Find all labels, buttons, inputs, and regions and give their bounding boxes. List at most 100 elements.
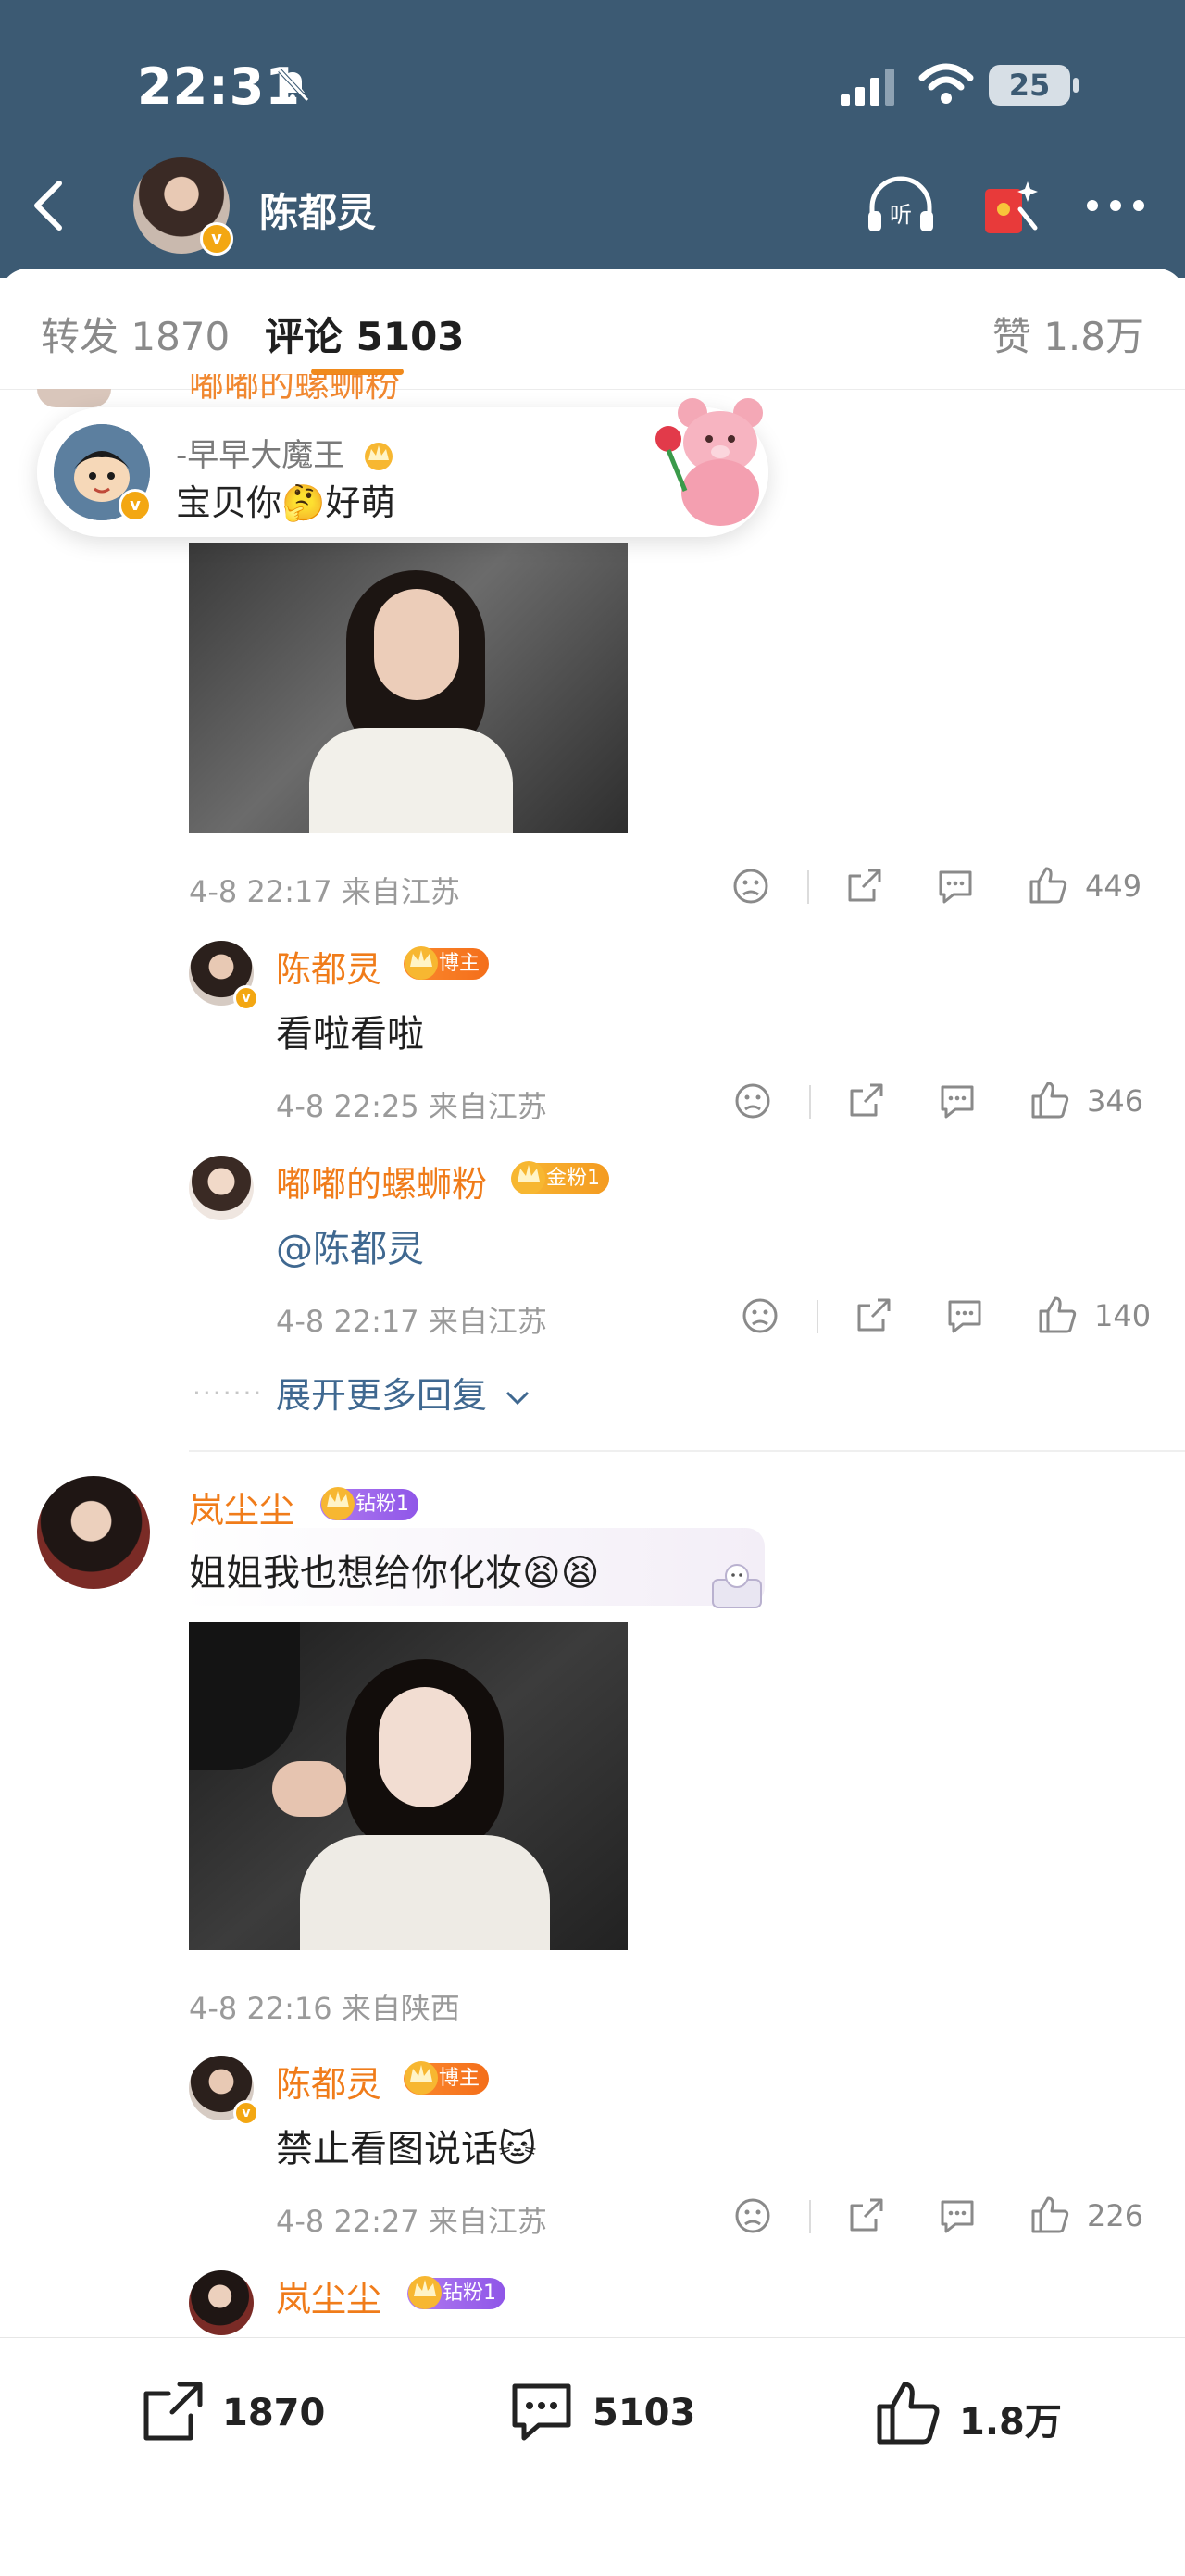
reply-meta: 4-8 22:25 来自江苏 (276, 1089, 547, 1124)
comment-image[interactable] (189, 543, 628, 833)
like-thumb-icon[interactable] (1037, 1294, 1078, 1335)
comment-text: 姐姐我也想给你化妆😫😫 (189, 1552, 600, 1594)
crown-icon (405, 2061, 438, 2095)
teddy-bear-rose-icon (655, 398, 763, 526)
share-icon[interactable] (844, 867, 883, 906)
blogger-badge: 博主 (404, 946, 490, 980)
author-name[interactable]: 陈都灵 (259, 181, 376, 238)
like-thumb-icon[interactable] (1029, 1080, 1070, 1120)
reply-text: 看啦看啦 (276, 1013, 424, 1056)
reply-meta: 4-8 22:27 来自江苏 (276, 2204, 547, 2239)
reply-avatar[interactable] (189, 1156, 254, 1220)
verified-icon: v (233, 985, 259, 1011)
divider (807, 870, 809, 904)
reply-bubble-icon[interactable] (937, 1082, 978, 1120)
crown-icon (365, 443, 393, 470)
verified-icon: v (233, 2100, 259, 2126)
reply-mention[interactable]: @陈都灵 (276, 1219, 424, 1272)
reply-username[interactable]: 陈都灵 (276, 941, 381, 992)
like-count: 140 (1094, 1298, 1152, 1333)
expand-dots: ······· (193, 1378, 264, 1408)
red-packet-sparkle-icon[interactable] (979, 176, 1042, 237)
photo-blouse (300, 1835, 550, 1950)
photo-face (374, 589, 459, 700)
reply-username[interactable]: 岚尘尘 (276, 2270, 381, 2321)
photo-artist (189, 1622, 300, 1770)
bottom-action-bar: 1870 5103 1.8万 (0, 2337, 1185, 2576)
tab-likes[interactable]: 赞 1.8万 (992, 306, 1144, 362)
dislike-face-icon[interactable] (731, 867, 770, 906)
reply-avatar[interactable] (189, 2270, 254, 2335)
like-icon[interactable] (874, 2379, 942, 2447)
battery-indicator: 25 (989, 65, 1079, 106)
comment-separator (189, 1450, 1185, 1452)
partial-username[interactable]: 嘟嘟的螺蛳粉 (189, 374, 400, 406)
badge-label: 金粉1 (546, 1167, 600, 1190)
like-count: 449 (1085, 869, 1142, 904)
tab-bar: 转发 1870 评论 5103 赞 1.8万 (0, 269, 1185, 390)
comment-count[interactable]: 5103 (592, 2392, 695, 2434)
comment-icon[interactable] (507, 2379, 576, 2445)
reply-username[interactable]: 嘟嘟的螺蛳粉 (276, 1156, 487, 1207)
dislike-face-icon[interactable] (741, 1296, 780, 1335)
back-arrow-icon[interactable] (28, 178, 69, 233)
floating-gift-bubble[interactable]: v -早早大魔王 宝贝你🤔好萌 (37, 398, 768, 537)
share-icon[interactable] (854, 1296, 892, 1335)
bubble-text: 宝贝你🤔好萌 (176, 482, 396, 523)
reply-bubble-icon[interactable] (937, 2196, 978, 2235)
commenter-avatar[interactable] (37, 1476, 150, 1589)
chevron-down-icon (506, 1391, 530, 1406)
crown-icon (408, 2276, 442, 2309)
crown-icon (512, 1161, 545, 1194)
share-icon[interactable] (846, 1082, 885, 1120)
crown-icon (321, 1487, 355, 1520)
listen-headphones-icon[interactable]: 听 (865, 176, 937, 235)
dislike-face-icon[interactable] (733, 2196, 772, 2235)
share-icon[interactable] (846, 2196, 885, 2235)
fan-badge: 金粉1 (511, 1161, 609, 1194)
tab-repost[interactable]: 转发 1870 (41, 306, 230, 362)
expand-replies-link[interactable]: 展开更多回复 (276, 1367, 531, 1418)
photo-face (379, 1687, 471, 1807)
expand-replies-label: 展开更多回复 (276, 1375, 488, 1416)
fan-badge: 钻粉1 (407, 2276, 505, 2309)
bubble-username-text: -早早大魔王 (176, 437, 345, 474)
svg-text:听: 听 (890, 202, 912, 228)
commenter-username[interactable]: 岚尘尘 (189, 1482, 294, 1532)
verified-icon: v (200, 222, 233, 256)
author-avatar[interactable]: v (133, 157, 233, 256)
cellular-signal-icon (841, 69, 894, 106)
like-count: 346 (1087, 1083, 1144, 1119)
like-count: 226 (1087, 2198, 1144, 2233)
tab-comments[interactable]: 评论 5103 (265, 306, 465, 362)
photo-hand (272, 1761, 346, 1817)
blogger-badge: 博主 (404, 2061, 490, 2095)
divider (809, 2200, 811, 2233)
wifi-icon (918, 63, 974, 104)
comment-meta: 4-8 22:17 来自江苏 (189, 874, 460, 909)
divider (809, 1085, 811, 1119)
like-thumb-icon[interactable] (1028, 865, 1068, 906)
partial-avatar (37, 389, 111, 407)
reply-text: 禁止看图说话🐱 (276, 2128, 537, 2170)
reply-username[interactable]: 陈都灵 (276, 2056, 381, 2107)
more-dots-icon[interactable] (1085, 196, 1146, 215)
fan-badge: 钻粉1 (320, 1487, 418, 1520)
reply-meta: 4-8 22:17 来自江苏 (276, 1304, 547, 1339)
crown-icon (405, 946, 438, 980)
badge-label: 钻粉1 (443, 2282, 496, 2305)
repost-count[interactable]: 1870 (222, 2392, 325, 2434)
dislike-face-icon[interactable] (733, 1082, 772, 1120)
photo-blouse (309, 728, 513, 833)
badge-label: 博主 (439, 952, 480, 975)
badge-label: 博主 (439, 2067, 480, 2090)
like-thumb-icon[interactable] (1029, 2195, 1070, 2235)
repost-icon[interactable] (139, 2379, 206, 2445)
silent-bell-icon (278, 69, 309, 102)
like-count[interactable]: 1.8万 (959, 2392, 1062, 2445)
reply-bubble-icon[interactable] (944, 1296, 985, 1335)
divider (817, 1300, 818, 1333)
reply-bubble-icon[interactable] (935, 867, 976, 906)
comment-image[interactable] (189, 1622, 628, 1950)
cat-sticker-icon (712, 1564, 762, 1608)
